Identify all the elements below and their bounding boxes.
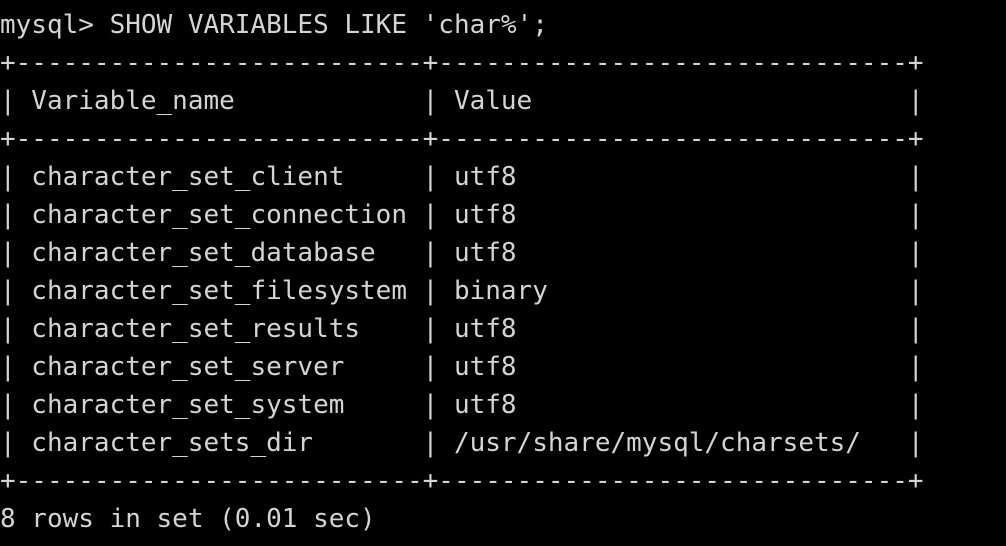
table-row: | character_set_client | utf8 | [0, 162, 924, 192]
table-row: | character_set_system | utf8 | [0, 390, 924, 420]
table-row: | character_sets_dir | /usr/share/mysql/… [0, 428, 924, 458]
table-row: | character_set_database | utf8 | [0, 238, 924, 268]
sql-command: SHOW VARIABLES LIKE 'char%'; [109, 10, 548, 40]
table-row: | character_set_filesystem | binary | [0, 276, 924, 306]
table-bottom-border: +--------------------------+------------… [0, 466, 924, 496]
table-header-border: +--------------------------+------------… [0, 124, 924, 154]
terminal-window[interactable]: mysql> SHOW VARIABLES LIKE 'char%'; +---… [0, 0, 1006, 546]
result-summary: 8 rows in set (0.01 sec) [0, 504, 376, 534]
table-header-row: | Variable_name | Value | [0, 86, 924, 116]
table-row: | character_set_results | utf8 | [0, 314, 924, 344]
table-top-border: +--------------------------+------------… [0, 48, 924, 78]
mysql-prompt: mysql> [0, 10, 110, 40]
table-row: | character_set_server | utf8 | [0, 352, 924, 382]
command-line: mysql> SHOW VARIABLES LIKE 'char%'; [0, 6, 548, 44]
table-row: | character_set_connection | utf8 | [0, 200, 924, 230]
